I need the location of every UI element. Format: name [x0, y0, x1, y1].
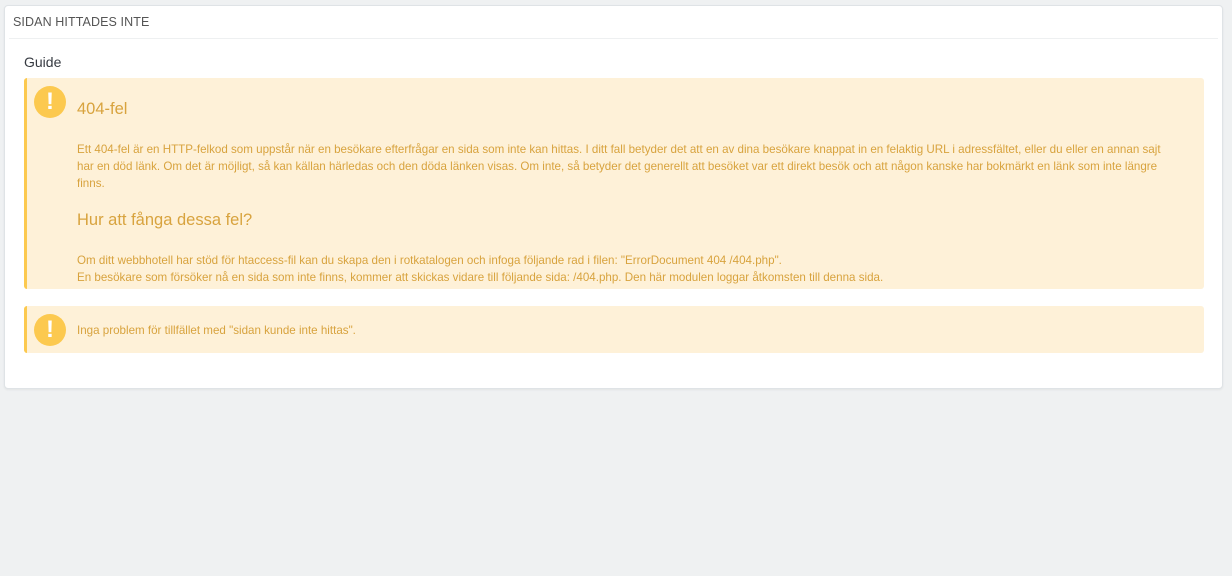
redirect-explanation: En besökare som försöker nå en sida som …: [77, 271, 884, 284]
exclamation-circle-icon: !: [34, 86, 66, 118]
panel-heading: SIDAN HITTADES INTE: [9, 6, 1218, 39]
htaccess-instruction: Om ditt webbhotell har stöd för htaccess…: [77, 254, 782, 267]
alert-title-404: 404-fel: [77, 100, 128, 118]
alert-catch-text: Om ditt webbhotell har stöd för htaccess…: [77, 252, 1180, 286]
status-alert-body: Inga problem för tillfället med "sidan k…: [77, 322, 1180, 339]
status-alert: ! Inga problem för tillfället med "sidan…: [24, 306, 1204, 353]
alert-intro-text: Ett 404-fel är en HTTP-felkod som uppstå…: [77, 143, 1161, 190]
status-message: Inga problem för tillfället med "sidan k…: [77, 324, 356, 337]
alert-subtitle-catch: Hur att fånga dessa fel?: [77, 211, 253, 229]
guide-section-title: Guide: [24, 54, 62, 70]
guide-alert: ! 404-fel Ett 404-fel är en HTTP-felkod …: [24, 78, 1204, 289]
not-found-panel: SIDAN HITTADES INTE Guide ! 404-fel Ett …: [4, 5, 1223, 389]
exclamation-circle-icon: !: [34, 314, 66, 346]
